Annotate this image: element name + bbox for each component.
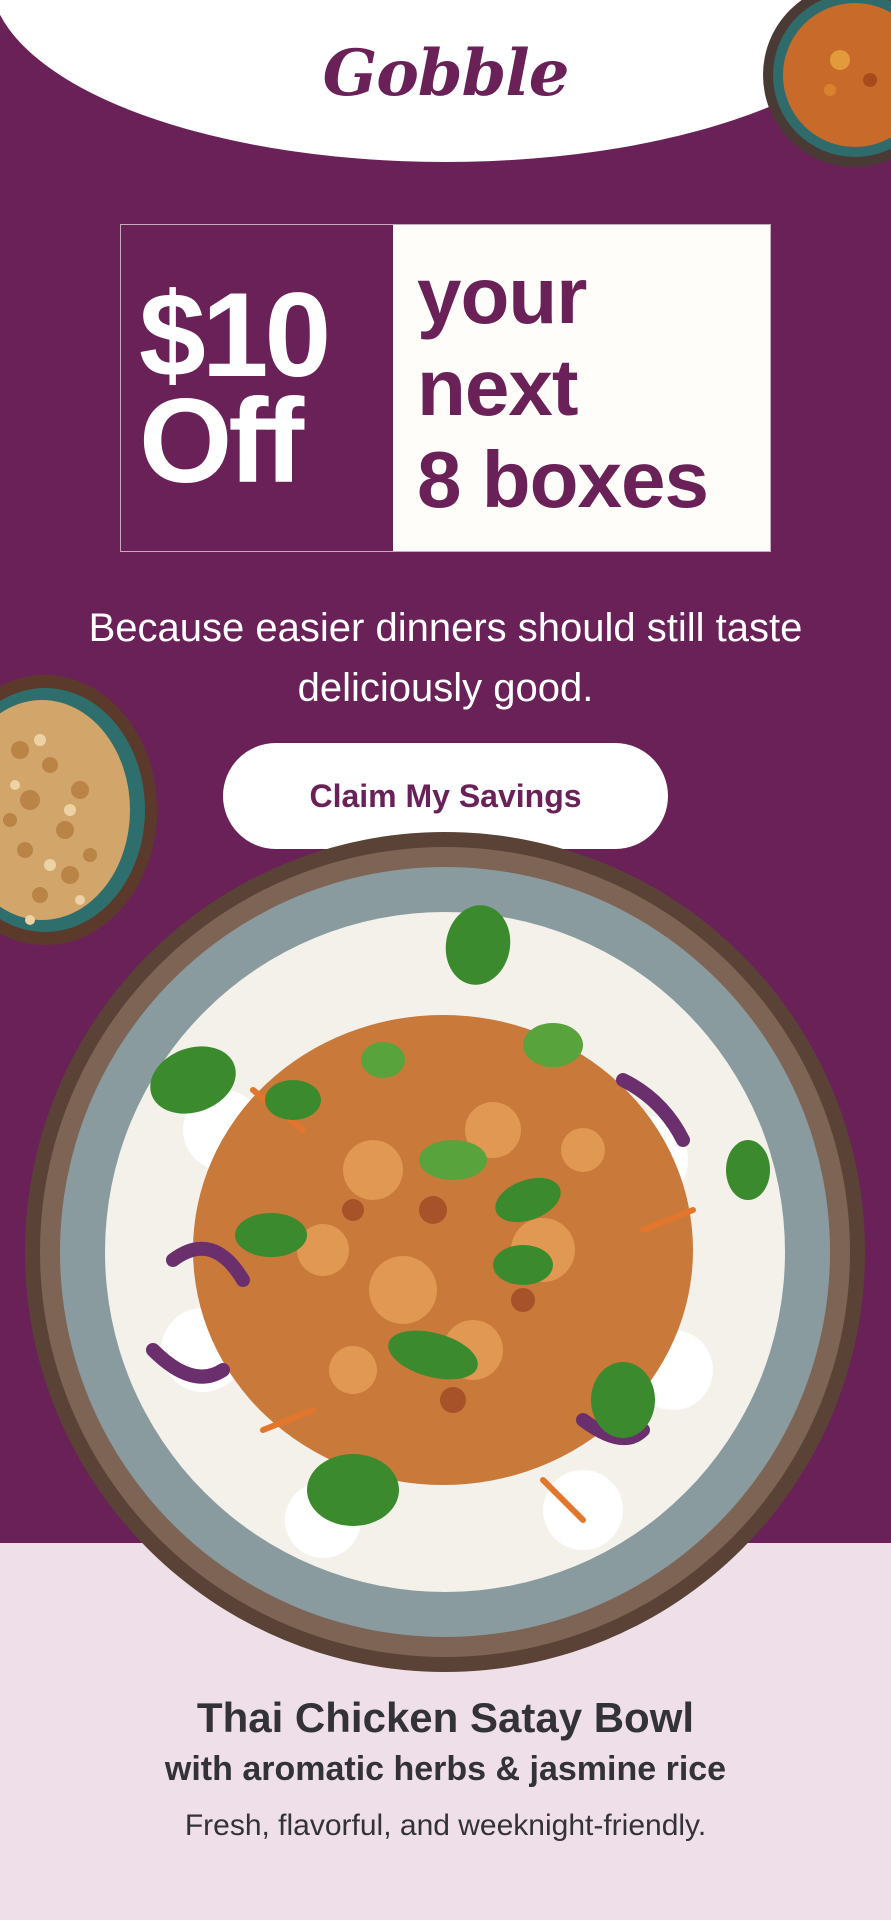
offer-line-3: 8 boxes	[417, 435, 709, 524]
offer-detail-panel: your next 8 boxes	[393, 225, 770, 551]
dish-subtitle: with aromatic herbs & jasmine rice	[164, 1750, 727, 1788]
brand-logo[interactable]: Gobble	[0, 36, 891, 111]
offer-line-2: next	[417, 343, 579, 432]
sauce-bowl-image	[763, 0, 891, 167]
offer-amount-panel: $10 Off	[121, 225, 393, 551]
dish-title[interactable]: Thai Chicken Satay Bowl	[0, 1692, 891, 1744]
email-page: Gobble $10 Off your next 8 boxes Because…	[0, 0, 891, 1920]
dish-note: Fresh, flavorful, and weeknight-friendly…	[184, 1809, 707, 1842]
offer-off-label: Off	[139, 374, 304, 508]
dish-photo[interactable]	[23, 830, 868, 1675]
tagline: Because easier dinners should still tast…	[88, 606, 803, 710]
offer-amount: $10	[139, 268, 331, 402]
offer-line-1: your	[417, 251, 587, 340]
offer-banner: $10 Off your next 8 boxes	[120, 224, 771, 552]
